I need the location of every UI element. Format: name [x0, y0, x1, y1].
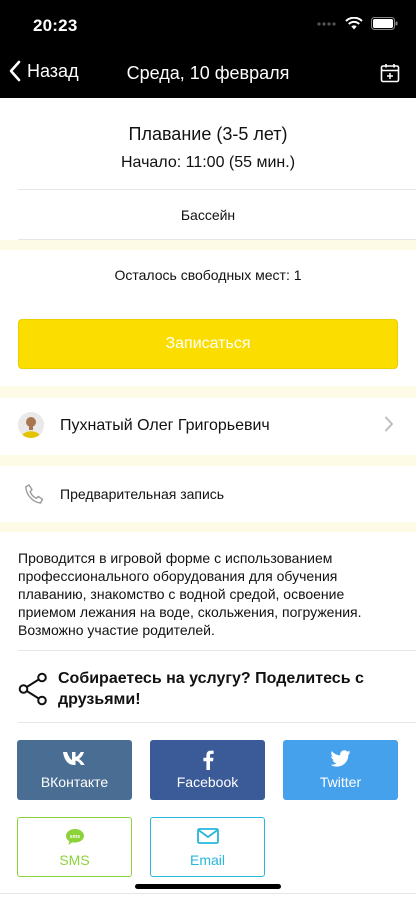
- free-seats-text: Осталось свободных мест: 1: [114, 267, 302, 283]
- home-indicator[interactable]: [135, 884, 281, 889]
- signup-button[interactable]: Записаться: [18, 319, 398, 369]
- status-icons: [317, 17, 398, 30]
- status-time: 20:23: [33, 16, 78, 35]
- event-description: Проводится в игровой форме с использован…: [18, 550, 362, 638]
- share-sms-button[interactable]: sms SMS: [17, 817, 132, 877]
- event-location: Бассейн: [180, 207, 236, 223]
- wifi-icon: [345, 17, 363, 30]
- pre-booking-row[interactable]: Предварительная запись: [0, 466, 416, 520]
- trainer-name: Пухнатый Олег Григорьевич: [60, 417, 270, 434]
- share-section: Собираетесь на услугу? Поделитесь с друз…: [0, 668, 416, 712]
- event-title: Плавание (3-5 лет): [128, 124, 288, 144]
- share-prompt: Собираетесь на услугу? Поделитесь с друз…: [58, 670, 364, 708]
- navigation-bar: Назад Среда, 10 февраля: [0, 48, 416, 98]
- share-facebook-button[interactable]: Facebook: [150, 740, 265, 800]
- sms-icon: sms: [65, 829, 84, 845]
- trainer-avatar: [18, 412, 44, 438]
- trainer-row[interactable]: Пухнатый Олег Григорьевич: [0, 398, 416, 454]
- section-separator: [0, 386, 416, 398]
- event-start-time: Начало: 11:00 (55 мин.): [120, 154, 296, 171]
- share-email-label: Email: [189, 852, 225, 868]
- status-bar: 20:23: [0, 0, 416, 48]
- section-separator: [0, 455, 416, 466]
- share-icon: [18, 672, 47, 706]
- sms-icon-text: sms: [69, 834, 79, 840]
- twitter-icon: [330, 750, 350, 767]
- page-title: Среда, 10 февраля: [126, 63, 290, 83]
- battery-icon: [371, 17, 398, 30]
- share-vk-label: ВКонтакте: [40, 774, 109, 790]
- section-separator: [0, 522, 416, 532]
- share-sms-label: SMS: [59, 852, 90, 868]
- phone-icon: [25, 484, 44, 504]
- add-to-calendar-button[interactable]: [380, 63, 400, 88]
- section-separator: [0, 240, 416, 250]
- divider: [18, 722, 416, 723]
- cellular-signal-icon: [317, 21, 336, 26]
- share-vk-button[interactable]: ВКонтакте: [17, 740, 132, 800]
- divider: [18, 650, 416, 651]
- email-icon: [196, 828, 219, 844]
- facebook-icon: [202, 750, 214, 770]
- divider: [18, 189, 416, 190]
- share-twitter-button[interactable]: Twitter: [283, 740, 398, 800]
- event-header: Плавание (3-5 лет) Начало: 11:00 (55 мин…: [0, 98, 416, 190]
- divider: [0, 893, 416, 894]
- share-facebook-label: Facebook: [176, 774, 239, 790]
- pre-booking-label: Предварительная запись: [60, 486, 225, 502]
- calendar-add-icon: [380, 64, 400, 83]
- vk-icon: [62, 752, 85, 765]
- share-email-button[interactable]: Email: [150, 817, 265, 877]
- share-twitter-label: Twitter: [319, 774, 362, 790]
- chevron-right-icon: [385, 416, 393, 432]
